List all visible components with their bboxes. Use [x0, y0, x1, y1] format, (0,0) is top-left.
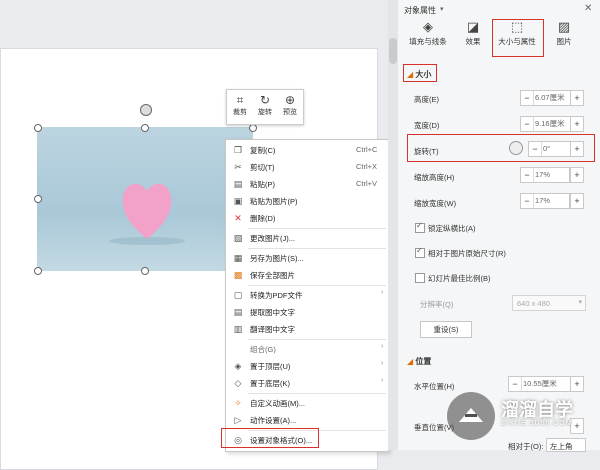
extract-text-icon: ▤: [233, 307, 243, 317]
close-icon[interactable]: ✕: [584, 3, 592, 14]
paste-icon: ▤: [233, 179, 243, 189]
reset-button[interactable]: 重设(S): [420, 321, 472, 338]
scale-height-increment-button[interactable]: +: [570, 167, 584, 183]
width-increment-button[interactable]: +: [570, 116, 584, 132]
submenu-arrow-icon: ›: [381, 343, 384, 350]
scale-height-label: 缩放高度(H): [414, 173, 455, 182]
height-label: 高度(E): [414, 95, 439, 104]
menu-item-group[interactable]: 组合(G) ›: [226, 340, 388, 358]
menu-item-paste[interactable]: ▤ 粘贴(P) Ctrl+V: [226, 175, 388, 193]
scale-width-increment-button[interactable]: +: [570, 193, 584, 209]
panel-title: 对象属性: [404, 6, 436, 15]
rotate-button[interactable]: ↻ 旋转: [253, 92, 277, 122]
relative-original-label: 相对于图片原始尺寸(R): [428, 249, 506, 258]
rotate-handle[interactable]: [140, 104, 152, 116]
menu-item-custom-animation[interactable]: ✧ 自定义动画(M)...: [226, 394, 388, 412]
delete-icon: ✕: [234, 213, 242, 223]
resolution-select[interactable]: 640 x 480 ▾: [512, 295, 586, 311]
highlight-size-section: [403, 64, 437, 82]
resize-handle[interactable]: [141, 124, 149, 132]
object-properties-panel: 对象属性 ▾ ✕ ◈ 填充与线条 ◪ 效果 ⬚ 大小与属性 ▨ 图片 ◢ 大小 …: [398, 0, 600, 452]
context-menu: ❐ 复制(C) Ctrl+C ✂ 剪切(T) Ctrl+X ▤ 粘贴(P) Ct…: [225, 139, 389, 452]
menu-item-bring-to-front[interactable]: ◈ 置于顶层(U) ›: [226, 357, 388, 375]
resolution-label: 分辨率(Q): [420, 300, 454, 309]
send-to-back-icon: ◇: [234, 378, 242, 388]
copy-icon: ❐: [233, 145, 243, 155]
lock-ratio-label: 锁定纵横比(A): [428, 224, 476, 233]
submenu-arrow-icon: ›: [381, 377, 384, 384]
chevron-down-icon: ▾: [578, 299, 582, 306]
width-label: 宽度(D): [414, 121, 440, 130]
animation-icon: ✧: [234, 398, 242, 408]
crop-icon: ⌗: [236, 93, 244, 107]
scale-width-label: 缩放宽度(W): [414, 199, 457, 208]
tab-effect[interactable]: ◪ 效果: [458, 18, 488, 47]
resize-handle[interactable]: [34, 267, 42, 275]
collapse-arrow-icon: ◢: [407, 357, 414, 366]
fill-icon: ◈: [423, 19, 433, 34]
watermark-title: 溜溜自学: [501, 400, 573, 420]
crop-button[interactable]: ⌗ 裁剪: [228, 92, 252, 122]
heart-image: [109, 183, 185, 245]
menu-item-cut[interactable]: ✂ 剪切(T) Ctrl+X: [226, 158, 388, 176]
rotate-icon: ↻: [259, 93, 271, 107]
watermark-url: ZIXUE.3D66.COM: [501, 420, 573, 427]
save-as-image-icon: ▦: [233, 253, 243, 263]
highlight-rotation: [407, 134, 595, 162]
selected-picture[interactable]: [37, 127, 253, 271]
tab-picture[interactable]: ▨ 图片: [550, 18, 578, 47]
menu-item-translate-text[interactable]: ▥ 翻译图中文字: [226, 320, 388, 338]
position-section-header[interactable]: ◢ 位置: [407, 356, 431, 367]
effect-icon: ◪: [466, 19, 480, 34]
preview-button[interactable]: ⊕ 预览: [278, 92, 302, 122]
menu-item-delete[interactable]: ✕ 删除(D): [226, 209, 388, 227]
slideshow-scale-label: 幻灯片最佳比例(B): [428, 274, 491, 283]
watermark-logo: 溜溜自学 ZIXUE.3D66.COM: [445, 388, 600, 444]
menu-item-paste-as-image[interactable]: ▣ 粘贴为图片(P): [226, 192, 388, 210]
menu-item-action-settings[interactable]: ▷ 动作设置(A)...: [226, 411, 388, 429]
chevron-down-icon[interactable]: ▾: [440, 5, 444, 13]
action-icon: ▷: [234, 415, 242, 425]
submenu-arrow-icon: ›: [381, 360, 384, 367]
scale-width-spinbox[interactable]: − 17%: [520, 193, 570, 209]
menu-item-save-as-image[interactable]: ▦ 另存为图片(S)...: [226, 249, 388, 267]
lock-ratio-checkbox[interactable]: ✓: [415, 221, 425, 233]
tab-fill-line[interactable]: ◈ 填充与线条: [406, 18, 450, 47]
resize-handle[interactable]: [34, 124, 42, 132]
menu-item-save-all-images[interactable]: ▩ 保存全部图片: [226, 266, 388, 284]
highlight-size-tab: [492, 19, 544, 57]
height-increment-button[interactable]: +: [570, 90, 584, 106]
resize-handle[interactable]: [141, 267, 149, 275]
pdf-icon: ▢: [233, 290, 243, 300]
menu-item-convert-pdf[interactable]: ▢ 转换为PDF文件 ›: [226, 286, 388, 304]
resize-handle[interactable]: [249, 124, 257, 132]
picture-quick-toolbar: ⌗ 裁剪 ↻ 旋转 ⊕ 预览: [226, 89, 304, 125]
menu-item-change-image[interactable]: ▧ 更改图片(J)...: [226, 229, 388, 247]
paste-image-icon: ▣: [233, 196, 243, 206]
relative-original-checkbox[interactable]: ✓: [415, 246, 425, 258]
save-all-images-icon: ▩: [233, 270, 243, 280]
picture-icon: ▨: [557, 19, 571, 34]
menu-item-extract-text[interactable]: ▤ 提取图中文字: [226, 303, 388, 321]
cut-icon: ✂: [234, 162, 242, 172]
menu-item-copy[interactable]: ❐ 复制(C) Ctrl+C: [226, 141, 388, 159]
highlight-format-object: [221, 428, 319, 448]
bring-to-front-icon: ◈: [234, 361, 242, 371]
change-image-icon: ▧: [233, 233, 243, 243]
slideshow-scale-checkbox[interactable]: [415, 273, 425, 283]
panel-scrollbar[interactable]: [388, 0, 398, 450]
zoom-icon: ⊕: [284, 93, 296, 107]
menu-item-send-to-back[interactable]: ◇ 置于底层(K) ›: [226, 374, 388, 392]
scale-height-spinbox[interactable]: − 17%: [520, 167, 570, 183]
resize-handle[interactable]: [34, 195, 42, 203]
translate-icon: ▥: [233, 324, 243, 334]
submenu-arrow-icon: ›: [381, 289, 384, 296]
